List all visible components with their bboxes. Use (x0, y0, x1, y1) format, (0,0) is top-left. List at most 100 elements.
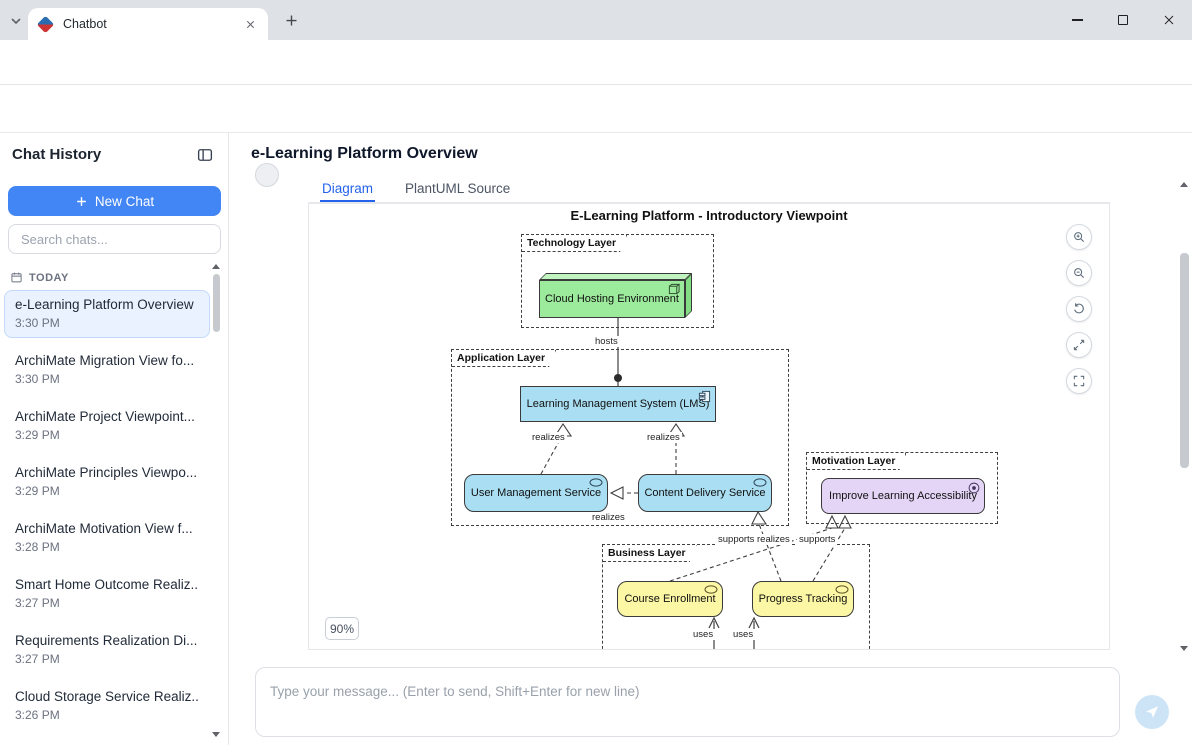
chat-history-sidebar: Chat History New Chat TODAY e-Learning P… (0, 133, 229, 745)
chat-item-title: Requirements Realization Di... (15, 633, 199, 648)
browser-tab[interactable]: Chatbot (28, 8, 268, 40)
chat-item-title: Smart Home Outcome Realiz... (15, 577, 199, 592)
fullscreen-button[interactable] (1066, 368, 1092, 394)
chat-item-title: Cloud Storage Service Realiz... (15, 689, 199, 704)
chat-list-item[interactable]: e-Learning Platform Overview 3:30 PM (4, 290, 210, 338)
chat-list-item[interactable]: Cloud Storage Service Realiz... 3:26 PM (4, 682, 210, 730)
chat-item-time: 3:27 PM (15, 596, 199, 610)
sidebar-scroll-up-icon[interactable] (212, 264, 220, 269)
browser-window: Chatbot (0, 0, 1192, 745)
chat-list-item[interactable]: Smart Home Outcome Realiz... 3:27 PM (4, 570, 210, 618)
node-cube-icon (668, 283, 680, 295)
diagram-canvas: E-Learning Platform - Introductory Viewp… (308, 203, 1110, 650)
sidebar-title: Chat History (12, 146, 101, 163)
chat-item-title: ArchiMate Migration View fo... (15, 353, 199, 368)
chat-list-item[interactable]: ArchiMate Principles Viewpo... 3:29 PM (4, 458, 210, 506)
tab-search-chevron-icon[interactable] (8, 13, 24, 29)
main-scroll-up-icon[interactable] (1180, 182, 1188, 187)
chat-list-item[interactable]: ArchiMate Motivation View f... 3:28 PM (4, 514, 210, 562)
edge-label: realizes (755, 534, 792, 545)
edge-label: realizes (590, 512, 627, 523)
node-user-management-service: User Management Service (464, 474, 608, 512)
chat-list-item[interactable]: ArchiMate Migration View fo... 3:30 PM (4, 346, 210, 394)
tab-strip: Chatbot (0, 0, 1192, 40)
today-label: TODAY (29, 272, 69, 284)
close-button[interactable] (1146, 0, 1192, 40)
service-icon (704, 585, 718, 594)
chat-list: e-Learning Platform Overview 3:30 PM Arc… (4, 290, 210, 738)
page-title: e-Learning Platform Overview (251, 145, 478, 163)
tab-diagram[interactable]: Diagram (320, 176, 375, 202)
calendar-icon (10, 271, 23, 284)
chat-list-item[interactable]: ArchiMate Project Viewpoint... 3:29 PM (4, 402, 210, 450)
new-tab-button[interactable] (284, 13, 299, 28)
sidebar-scroll-down-icon[interactable] (212, 732, 220, 737)
edge-label: supports (716, 534, 756, 545)
chat-item-time: 3:26 PM (15, 708, 199, 722)
sidebar-collapse-icon[interactable] (196, 146, 214, 164)
node-label: Learning Management System (LMS) (527, 398, 710, 410)
expand-arrows-button[interactable] (1066, 332, 1092, 358)
node-label: Content Delivery Service (644, 487, 765, 499)
node-label: Improve Learning Accessibility (829, 490, 977, 502)
new-chat-label: New Chat (95, 194, 154, 209)
node-lms: Learning Management System (LMS) (520, 386, 716, 422)
new-chat-button[interactable]: New Chat (8, 186, 221, 216)
chat-item-time: 3:29 PM (15, 428, 199, 442)
favicon-icon (37, 15, 54, 32)
result-tabs: Diagram PlantUML Source (308, 176, 1110, 203)
group-label: Business Layer (603, 545, 697, 562)
node-improve-learning-accessibility: Improve Learning Accessibility (821, 478, 985, 514)
chat-list-item[interactable]: Requirements Realization Di... 3:27 PM (4, 626, 210, 674)
zoom-in-button[interactable] (1066, 224, 1092, 250)
edge-label: uses (691, 629, 715, 640)
chat-item-time: 3:30 PM (15, 372, 199, 386)
zoom-level-badge: 90% (325, 617, 359, 640)
node-label: Progress Tracking (759, 593, 848, 605)
diagram-title: E-Learning Platform - Introductory Viewp… (309, 208, 1109, 223)
zoom-out-button[interactable] (1066, 260, 1092, 286)
chat-item-title: ArchiMate Principles Viewpo... (15, 465, 199, 480)
edge-label: uses (731, 629, 755, 640)
chat-item-title: ArchiMate Project Viewpoint... (15, 409, 199, 424)
group-label: Motivation Layer (807, 453, 906, 470)
tab-plantuml-source[interactable]: PlantUML Source (403, 176, 512, 202)
chat-item-title: e-Learning Platform Overview (15, 297, 199, 312)
chat-item-time: 3:30 PM (15, 316, 199, 330)
node-progress-tracking: Progress Tracking (752, 581, 854, 617)
node-label: Course Enrollment (624, 593, 715, 605)
edge-label: supports (797, 534, 837, 545)
window-controls (1054, 0, 1192, 40)
tab-source-label: PlantUML Source (405, 181, 510, 196)
today-section-header: TODAY (10, 271, 69, 284)
main-scrollbar-thumb[interactable] (1180, 253, 1189, 468)
browser-toolbar: ai-toolbox.visual-paradigm.com/app/chatb… (0, 40, 1192, 85)
node-content-delivery-service: Content Delivery Service (638, 474, 772, 512)
minimize-button[interactable] (1054, 0, 1100, 40)
plus-icon (75, 195, 88, 208)
sidebar-scrollbar-thumb[interactable] (213, 274, 220, 332)
tab-close-icon[interactable] (242, 16, 258, 32)
edge-label: realizes (530, 432, 567, 443)
node-label: Cloud Hosting Environment (545, 293, 679, 305)
send-button[interactable] (1135, 695, 1169, 729)
chat-item-time: 3:29 PM (15, 484, 199, 498)
paper-plane-icon (1144, 704, 1160, 720)
edge-label: realizes (645, 432, 682, 443)
maximize-button[interactable] (1100, 0, 1146, 40)
message-input-box (255, 667, 1120, 737)
service-icon (835, 585, 849, 594)
app-header: Chatbot Powered by Visual Paradigm More … (0, 85, 1192, 133)
service-icon (589, 478, 603, 487)
edge-label: hosts (593, 336, 620, 347)
chat-item-time: 3:28 PM (15, 540, 199, 554)
main-scroll-down-icon[interactable] (1180, 646, 1188, 651)
service-icon (753, 478, 767, 487)
reset-view-button[interactable] (1066, 296, 1092, 322)
group-label: Application Layer (452, 350, 556, 367)
node-label: User Management Service (471, 487, 601, 499)
message-avatar (255, 163, 279, 187)
search-chats-input[interactable] (8, 224, 221, 254)
message-input[interactable] (256, 668, 1119, 736)
chat-item-time: 3:27 PM (15, 652, 199, 666)
